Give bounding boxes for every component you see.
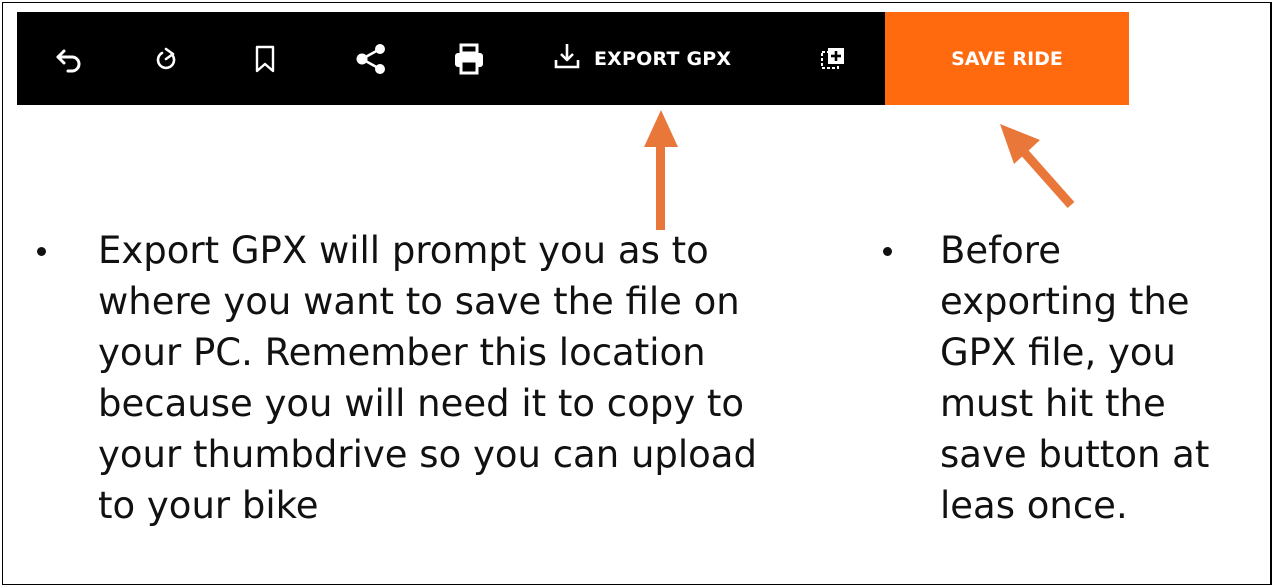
note-line: exporting the bbox=[940, 280, 1190, 323]
save-arrow bbox=[1000, 124, 1075, 208]
note-line: GPX file, you bbox=[940, 331, 1176, 374]
export-arrow bbox=[644, 110, 678, 230]
note-line: Before bbox=[940, 229, 1061, 272]
note-line: your thumbdrive so you can upload bbox=[98, 433, 757, 476]
export-gpx-note: Export GPX will prompt you as to where y… bbox=[98, 225, 838, 531]
note-line: save button at bbox=[940, 433, 1210, 476]
note-line: your PC. Remember this location bbox=[98, 331, 706, 374]
note-line: must hit the bbox=[940, 382, 1166, 425]
bullet-marker bbox=[37, 247, 46, 256]
note-line: leas once. bbox=[940, 484, 1128, 527]
note-line: to your bike bbox=[98, 484, 319, 527]
save-ride-note: Before exporting the GPX file, you must … bbox=[940, 225, 1260, 531]
note-line: because you will need it to copy to bbox=[98, 382, 745, 425]
note-line: where you want to save the file on bbox=[98, 280, 740, 323]
bullet-marker bbox=[883, 247, 892, 256]
note-line: Export GPX will prompt you as to bbox=[98, 229, 709, 272]
